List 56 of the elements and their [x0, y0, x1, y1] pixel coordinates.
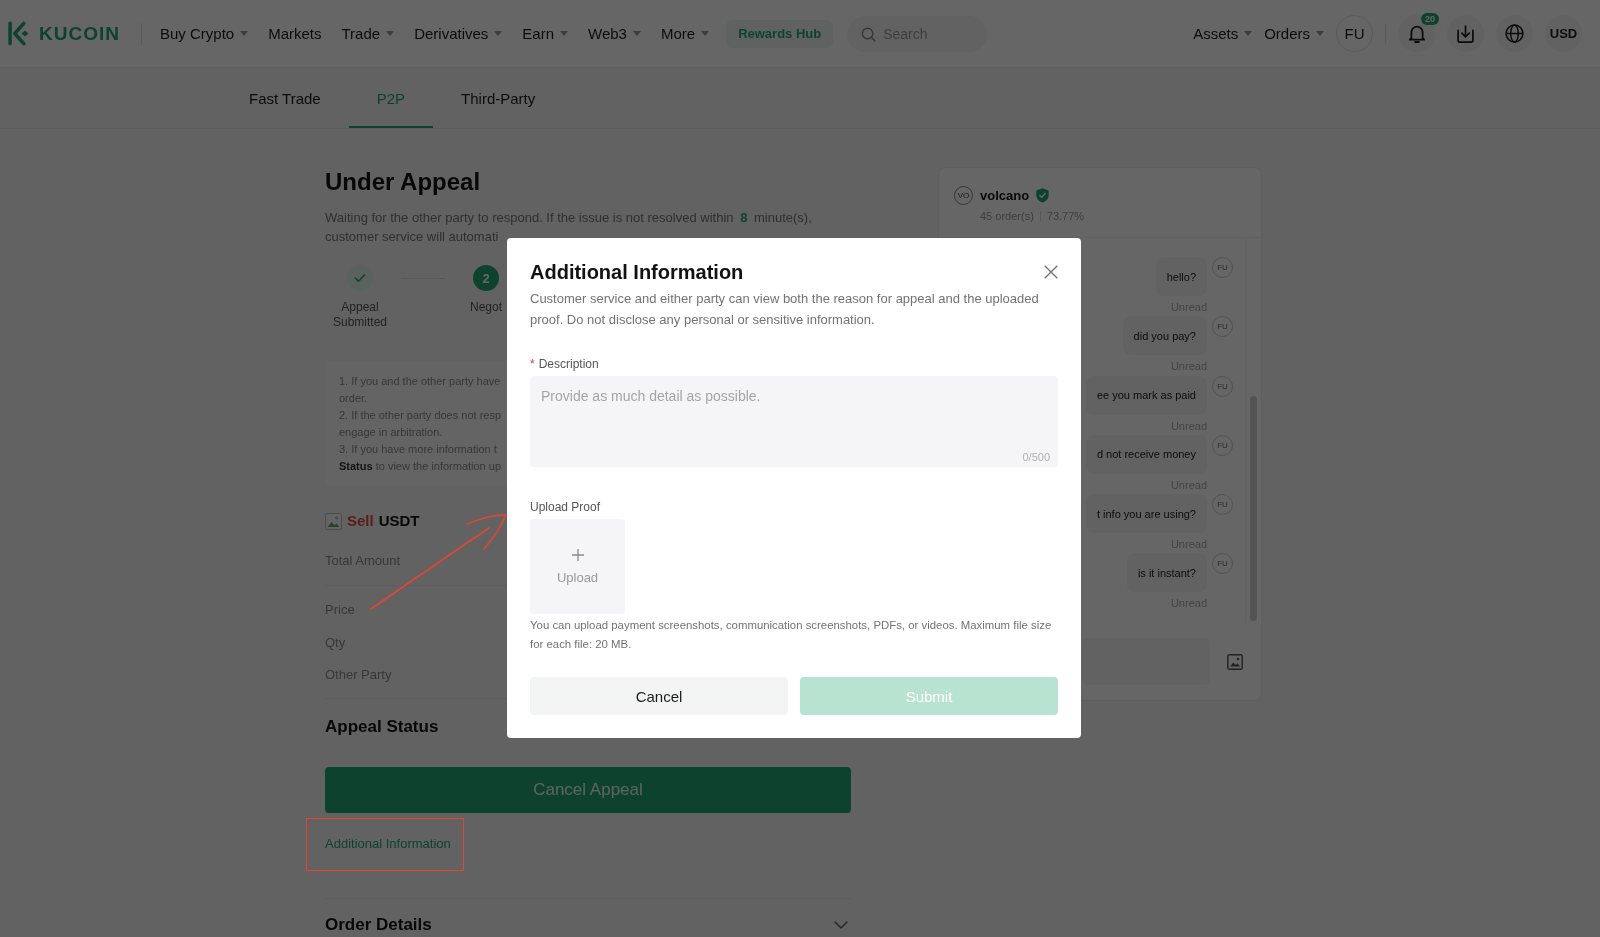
nav-menu-item[interactable]: Trade	[341, 25, 395, 42]
user-avatar-button[interactable]: FU	[1336, 15, 1373, 52]
logo-icon[interactable]	[7, 21, 31, 46]
section-title: Order Details	[325, 914, 432, 936]
message-bubble: ee you mark as paid	[1085, 375, 1207, 415]
broken-image-icon	[325, 512, 342, 530]
nav-menu-item[interactable]: More	[660, 25, 710, 42]
download-button[interactable]	[1447, 15, 1484, 52]
counterparty-name: volcano	[980, 187, 1030, 205]
bell-icon	[1408, 24, 1425, 43]
chevron-down-icon[interactable]	[834, 921, 848, 929]
language-button[interactable]	[1496, 15, 1533, 52]
upload-button[interactable]: Upload	[530, 519, 625, 614]
nav-menu-item[interactable]: Derivatives	[414, 25, 503, 42]
step-number: 2	[473, 265, 499, 291]
currency-button[interactable]: USD	[1545, 15, 1582, 52]
tab[interactable]: P2P	[348, 68, 434, 128]
field-label: Upload Proof	[530, 499, 601, 515]
trade-side-label: Sell	[347, 511, 374, 531]
dialog-description: Customer service and either party can view both the reason for appeal and the uploaded proof. Do not disclose any personal or sensitive information.	[530, 290, 1040, 329]
globe-icon	[1505, 24, 1524, 43]
step-label: Negot	[470, 300, 502, 315]
logo-wordmark[interactable]: KUCOIN	[39, 22, 120, 45]
nav-menu-item[interactable]: Assets	[1193, 25, 1253, 42]
notification-count: 20	[1421, 13, 1439, 25]
field-label: Description	[538, 356, 599, 372]
nav-menu-item[interactable]: Markets	[268, 25, 322, 42]
cancel-button[interactable]: Cancel	[530, 677, 788, 715]
tab[interactable]: Third-Party	[433, 68, 564, 128]
message-bubble: did you pay?	[1122, 316, 1207, 356]
message-bubble: d not receive money	[1085, 434, 1207, 474]
asset-label: USDT	[378, 511, 420, 531]
additional-information-link[interactable]: Additional Information	[325, 835, 451, 853]
download-icon	[1457, 24, 1474, 43]
step-label: Appeal Submitted	[332, 300, 388, 330]
nav-menu-item[interactable]: Web3	[588, 25, 641, 42]
message-bubble: is it instant?	[1126, 553, 1207, 593]
nav-menu-item[interactable]: Orders	[1264, 25, 1324, 42]
close-icon[interactable]	[1044, 265, 1058, 279]
upload-hint: You can upload payment screenshots, communication screenshots, PDFs, or videos. Maximum file size for each file: 20 MB.	[530, 618, 1053, 652]
page-title: Under Appeal	[325, 167, 481, 197]
dialog-title: Additional Information	[530, 260, 744, 285]
rewards-hub-button[interactable]: Rewards Hub	[726, 19, 834, 48]
image-icon[interactable]	[1227, 653, 1243, 670]
nav-menu-item[interactable]: Earn	[522, 25, 568, 42]
tab[interactable]: Fast Trade	[221, 68, 349, 128]
cancel-appeal-button[interactable]: Cancel Appeal	[325, 767, 851, 813]
section-title: Appeal Status	[325, 716, 439, 738]
message-bubble: t info you are using?	[1085, 494, 1207, 534]
plus-icon	[571, 548, 584, 561]
message-input[interactable]	[1082, 638, 1210, 685]
search-icon	[861, 26, 877, 42]
required-mark: *	[530, 356, 535, 372]
character-counter: 0/500	[1022, 450, 1050, 464]
nav-menu-item[interactable]: Buy Crypto	[159, 25, 249, 42]
message-bubble: hello?	[1155, 257, 1207, 296]
